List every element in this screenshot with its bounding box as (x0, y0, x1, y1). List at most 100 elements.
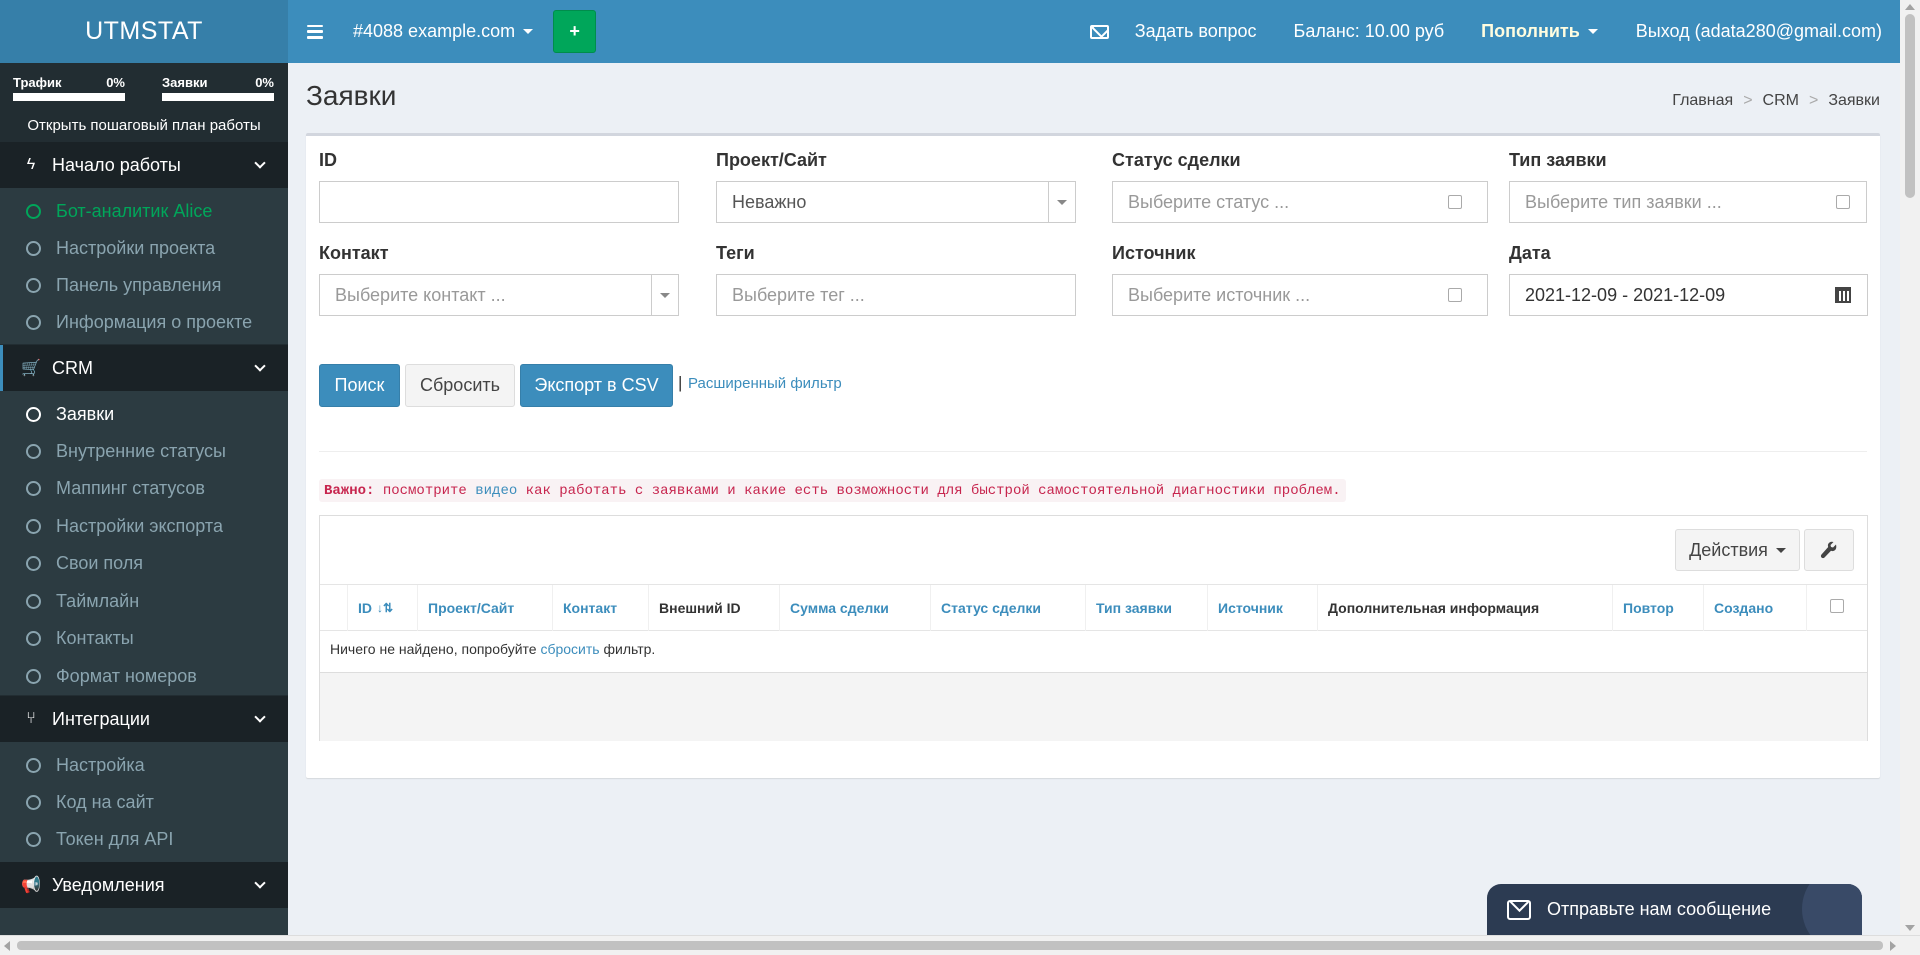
reset-button[interactable]: Сбросить (405, 364, 515, 407)
column-project[interactable]: Проект/Сайт (418, 585, 553, 631)
sidebar-item-label: Панель управления (56, 275, 222, 295)
chat-label: Отправьте нам сообщение (1547, 899, 1772, 919)
sidebar-item-number-format[interactable]: Формат номеров (0, 658, 288, 695)
status-select[interactable]: Выберите статус ... (1112, 181, 1424, 223)
sidebar-item-export-settings[interactable]: Настройки экспорта (0, 508, 288, 545)
horizontal-scroll-thumb[interactable] (17, 941, 1883, 950)
notice-video-link[interactable]: видео (475, 483, 517, 499)
scroll-right-icon[interactable] (1890, 941, 1896, 951)
chevron-down-icon (254, 360, 266, 372)
caret-down-icon (1587, 29, 1598, 34)
type-checkbox[interactable] (1819, 181, 1867, 223)
sidebar-item-leads[interactable]: Заявки (0, 396, 288, 433)
export-csv-button[interactable]: Экспорт в CSV (520, 364, 673, 407)
column-lead-type[interactable]: Тип заявки (1086, 585, 1208, 631)
sidebar-section-integrations[interactable]: ⑂ Интеграции (0, 696, 288, 742)
circle-icon (26, 758, 41, 773)
table-footer (320, 672, 1867, 741)
logo[interactable]: UTMSTAT (0, 0, 288, 63)
project-label: Проект/Сайт (716, 150, 827, 170)
contact-select-placeholder: Выберите контакт ... (335, 284, 506, 305)
id-input[interactable] (319, 181, 679, 223)
chevron-down-icon (254, 711, 266, 723)
notice-bold: Важно: (324, 482, 375, 499)
contact-select[interactable]: Выберите контакт ... (319, 274, 679, 316)
circle-icon (26, 594, 41, 609)
source-select[interactable]: Выберите источник ... (1112, 274, 1424, 316)
sidebar-item-label: Таймлайн (56, 591, 140, 611)
add-project-button[interactable]: + (553, 10, 597, 53)
settings-button[interactable] (1804, 529, 1854, 571)
chat-widget[interactable]: Отправьте нам сообщение (1487, 884, 1862, 935)
traffic-percent: 0% (106, 75, 125, 90)
actions-label: Действия (1689, 539, 1768, 560)
source-checkbox[interactable] (1423, 274, 1488, 316)
advanced-filter-link[interactable]: Расширенный фильтр (688, 375, 842, 392)
circle-icon (26, 631, 41, 646)
column-created[interactable]: Создано (1704, 585, 1807, 631)
logout-link[interactable]: Выход (adata280@gmail.com) (1636, 21, 1882, 42)
project-selector[interactable]: #4088 example.com (353, 21, 534, 42)
vertical-scroll-thumb[interactable] (1905, 14, 1915, 198)
sidebar-item-label: Информация о проекте (56, 312, 253, 332)
date-range-input[interactable]: 2021-12-09 - 2021-12-09 (1509, 274, 1819, 316)
circle-icon (26, 669, 41, 684)
branch-icon: ⑂ (26, 710, 36, 727)
column-contact[interactable]: Контакт (553, 585, 649, 631)
select-all-checkbox[interactable] (1807, 585, 1867, 631)
balance-label: Баланс: 10.00 руб (1293, 21, 1445, 41)
scroll-up-icon[interactable] (1905, 4, 1915, 10)
breadcrumb: Главная > CRM > Заявки (1672, 92, 1880, 110)
divider (319, 451, 1867, 452)
project-select[interactable]: Неважно (716, 181, 1076, 223)
sidebar-item-custom-fields[interactable]: Свои поля (0, 545, 288, 582)
envelope-icon[interactable] (1089, 24, 1109, 39)
column-deal-status[interactable]: Статус сделки (931, 585, 1086, 631)
horizontal-scrollbar[interactable] (0, 935, 1920, 955)
column-id[interactable]: ID ↓⇅ (348, 585, 418, 631)
circle-icon (26, 315, 41, 330)
scroll-left-icon[interactable] (4, 941, 10, 951)
type-select[interactable]: Выберите тип заявки ... (1509, 181, 1820, 223)
sidebar-item-contacts[interactable]: Контакты (0, 620, 288, 657)
ask-question-link[interactable]: Задать вопрос (1135, 21, 1257, 42)
sidebar-item-label: Код на сайт (56, 792, 154, 812)
sidebar-item-dashboard[interactable]: Панель управления (0, 267, 288, 304)
sidebar-section-crm[interactable]: 🛒 CRM (0, 345, 288, 391)
breadcrumb-crm[interactable]: CRM (1763, 92, 1799, 110)
sidebar-item-internal-statuses[interactable]: Внутренние статусы (0, 433, 288, 470)
sidebar-item-project-settings[interactable]: Настройки проекта (0, 230, 288, 267)
sidebar-section-notifications[interactable]: 📢 Уведомления (0, 862, 288, 908)
tags-select[interactable]: Выберите тег ... (716, 274, 1076, 316)
calendar-button[interactable] (1818, 274, 1868, 316)
breadcrumb-separator: > (1808, 92, 1819, 109)
open-plan-link[interactable]: Открыть пошаговый план работы (0, 117, 288, 134)
breadcrumb-home[interactable]: Главная (1672, 92, 1733, 110)
sidebar-item-api-token[interactable]: Токен для API (0, 821, 288, 858)
topup-dropdown[interactable]: Пополнить (1481, 21, 1598, 42)
vertical-scrollbar[interactable] (1900, 0, 1920, 935)
sidebar-item-alice-bot[interactable]: Бот-аналитик Alice (0, 193, 288, 230)
circle-icon (26, 278, 41, 293)
envelope-icon (1507, 899, 1531, 920)
actions-dropdown[interactable]: Действия (1675, 529, 1800, 571)
sidebar-item-integration-setup[interactable]: Настройка (0, 747, 288, 784)
sidebar-item-site-code[interactable]: Код на сайт (0, 784, 288, 821)
menu-toggle-icon[interactable] (307, 24, 323, 39)
reset-filter-link[interactable]: сбросить (540, 641, 599, 657)
sidebar-section-getting-started[interactable]: ϟ Начало работы (0, 142, 288, 188)
status-checkbox[interactable] (1423, 181, 1488, 223)
column-source[interactable]: Источник (1208, 585, 1318, 631)
sidebar-section-label: Начало работы (52, 154, 181, 175)
table-header: ID ↓⇅ Проект/Сайт Контакт Внешний ID Сумм… (320, 585, 1867, 631)
column-deal-amount[interactable]: Сумма сделки (780, 585, 931, 631)
sidebar-item-project-info[interactable]: Информация о проекте (0, 304, 288, 341)
search-button[interactable]: Поиск (319, 364, 400, 407)
column-repeat[interactable]: Повтор (1613, 585, 1704, 631)
checkbox-icon (1835, 195, 1850, 209)
sidebar-item-timeline[interactable]: Таймлайн (0, 583, 288, 620)
sidebar-item-status-mapping[interactable]: Маппинг статусов (0, 470, 288, 507)
chevron-down-icon (254, 157, 266, 169)
scroll-down-icon[interactable] (1905, 925, 1915, 931)
project-select-value: Неважно (732, 191, 807, 212)
